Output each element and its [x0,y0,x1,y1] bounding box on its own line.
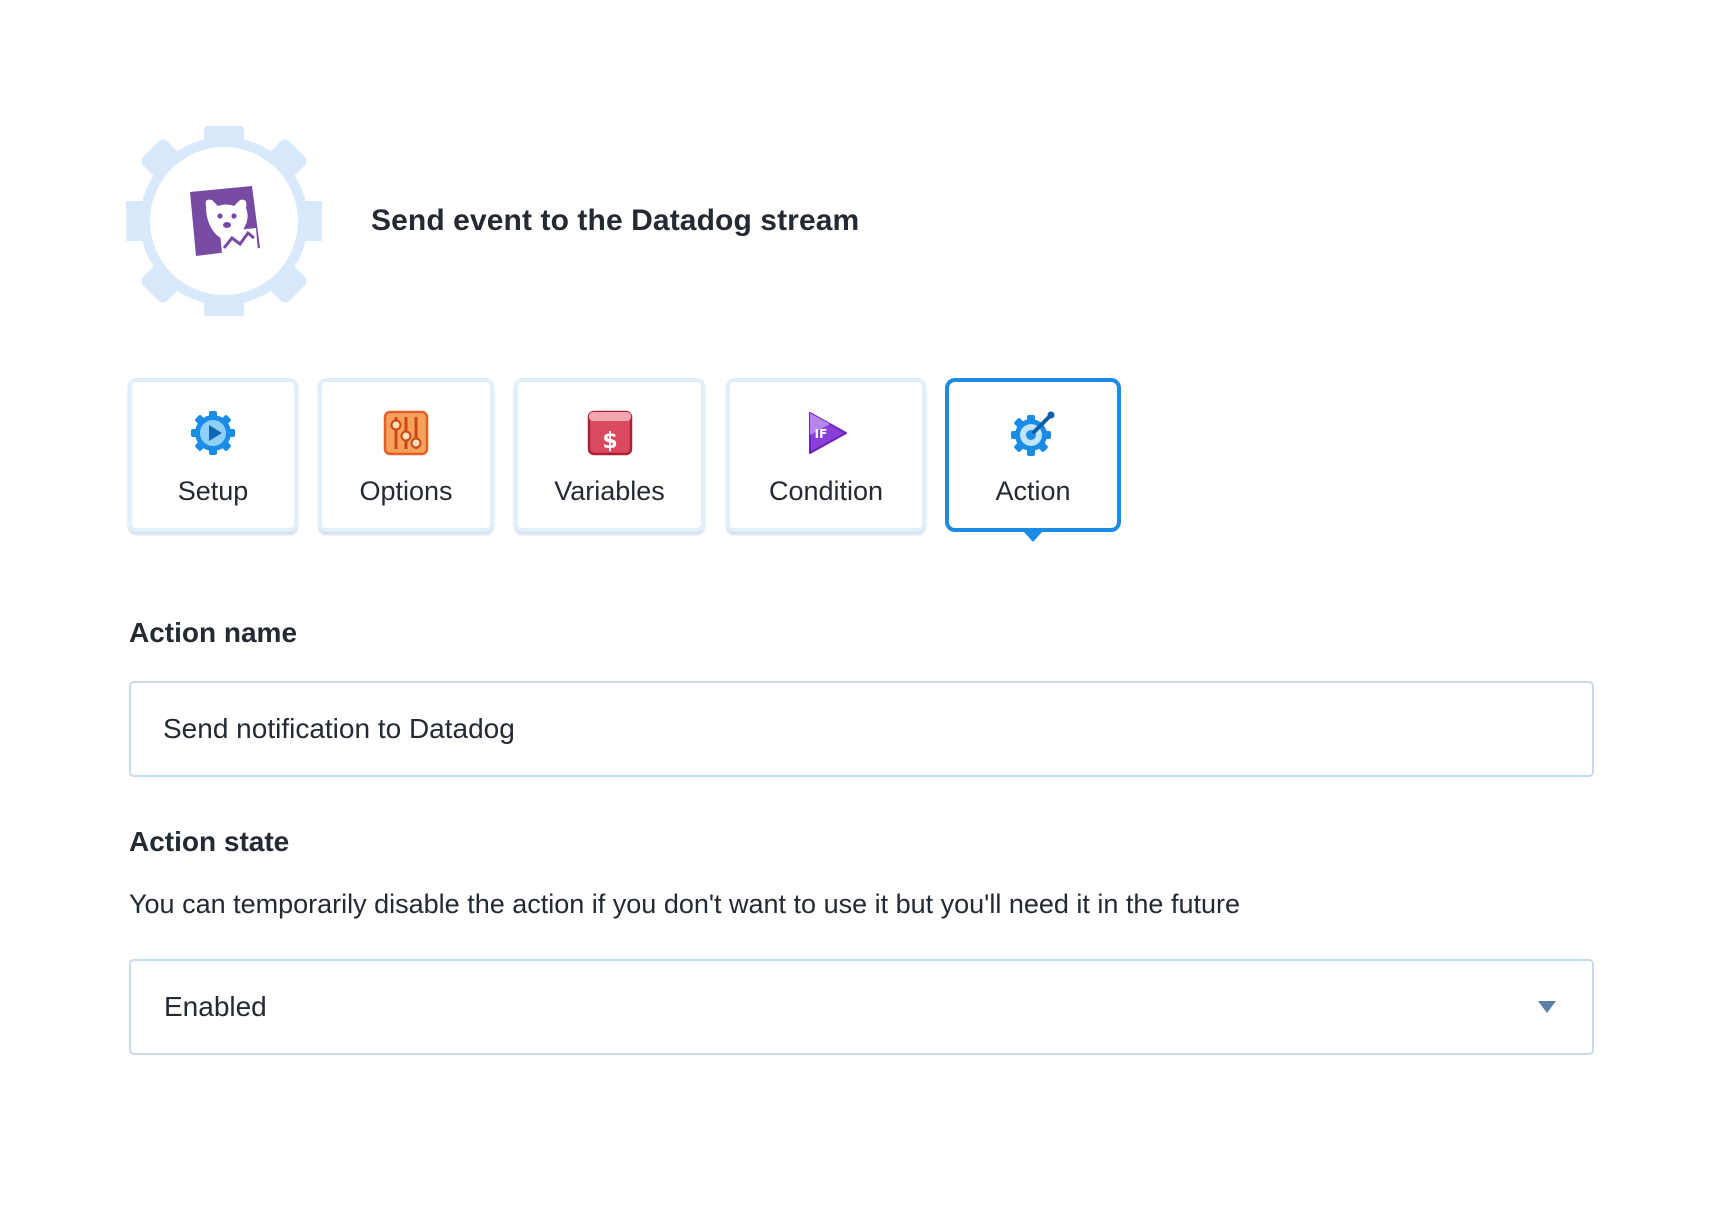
setup-gear-play-icon [189,409,237,457]
svg-text:IF: IF [815,427,828,441]
tab-options[interactable]: Options [318,378,494,532]
action-name-label: Action name [129,617,298,648]
action-state-selected-value: Enabled [164,991,267,1022]
action-state-label: Action state [129,826,290,857]
tab-condition[interactable]: IF Condition [726,378,926,532]
action-settings-page: Send event to the Datadog stream Setup O… [0,0,1712,1208]
sliders-icon [382,409,430,457]
tab-label: Variables [554,476,665,506]
action-state-select[interactable]: Enabled [129,959,1594,1055]
tab-label: Condition [768,476,884,506]
action-gear-icon [1009,409,1057,457]
tab-setup[interactable]: Setup [128,378,298,532]
action-name-input[interactable] [129,681,1594,777]
action-state-help: You can temporarily disable the action i… [129,889,1240,919]
chevron-down-icon [1538,1001,1556,1013]
tab-variables[interactable]: $ Variables [514,378,705,532]
if-play-icon: IF [802,409,850,457]
tab-label: Options [359,476,453,506]
page-title: Send event to the Datadog stream [371,204,860,237]
tab-label: Action [995,476,1071,506]
tab-action[interactable]: Action [945,378,1121,542]
svg-text:$: $ [602,429,617,454]
dollar-card-icon: $ [586,409,634,457]
datadog-app-badge [126,126,322,316]
datadog-logo-icon [126,126,322,316]
tab-label: Setup [177,476,249,506]
